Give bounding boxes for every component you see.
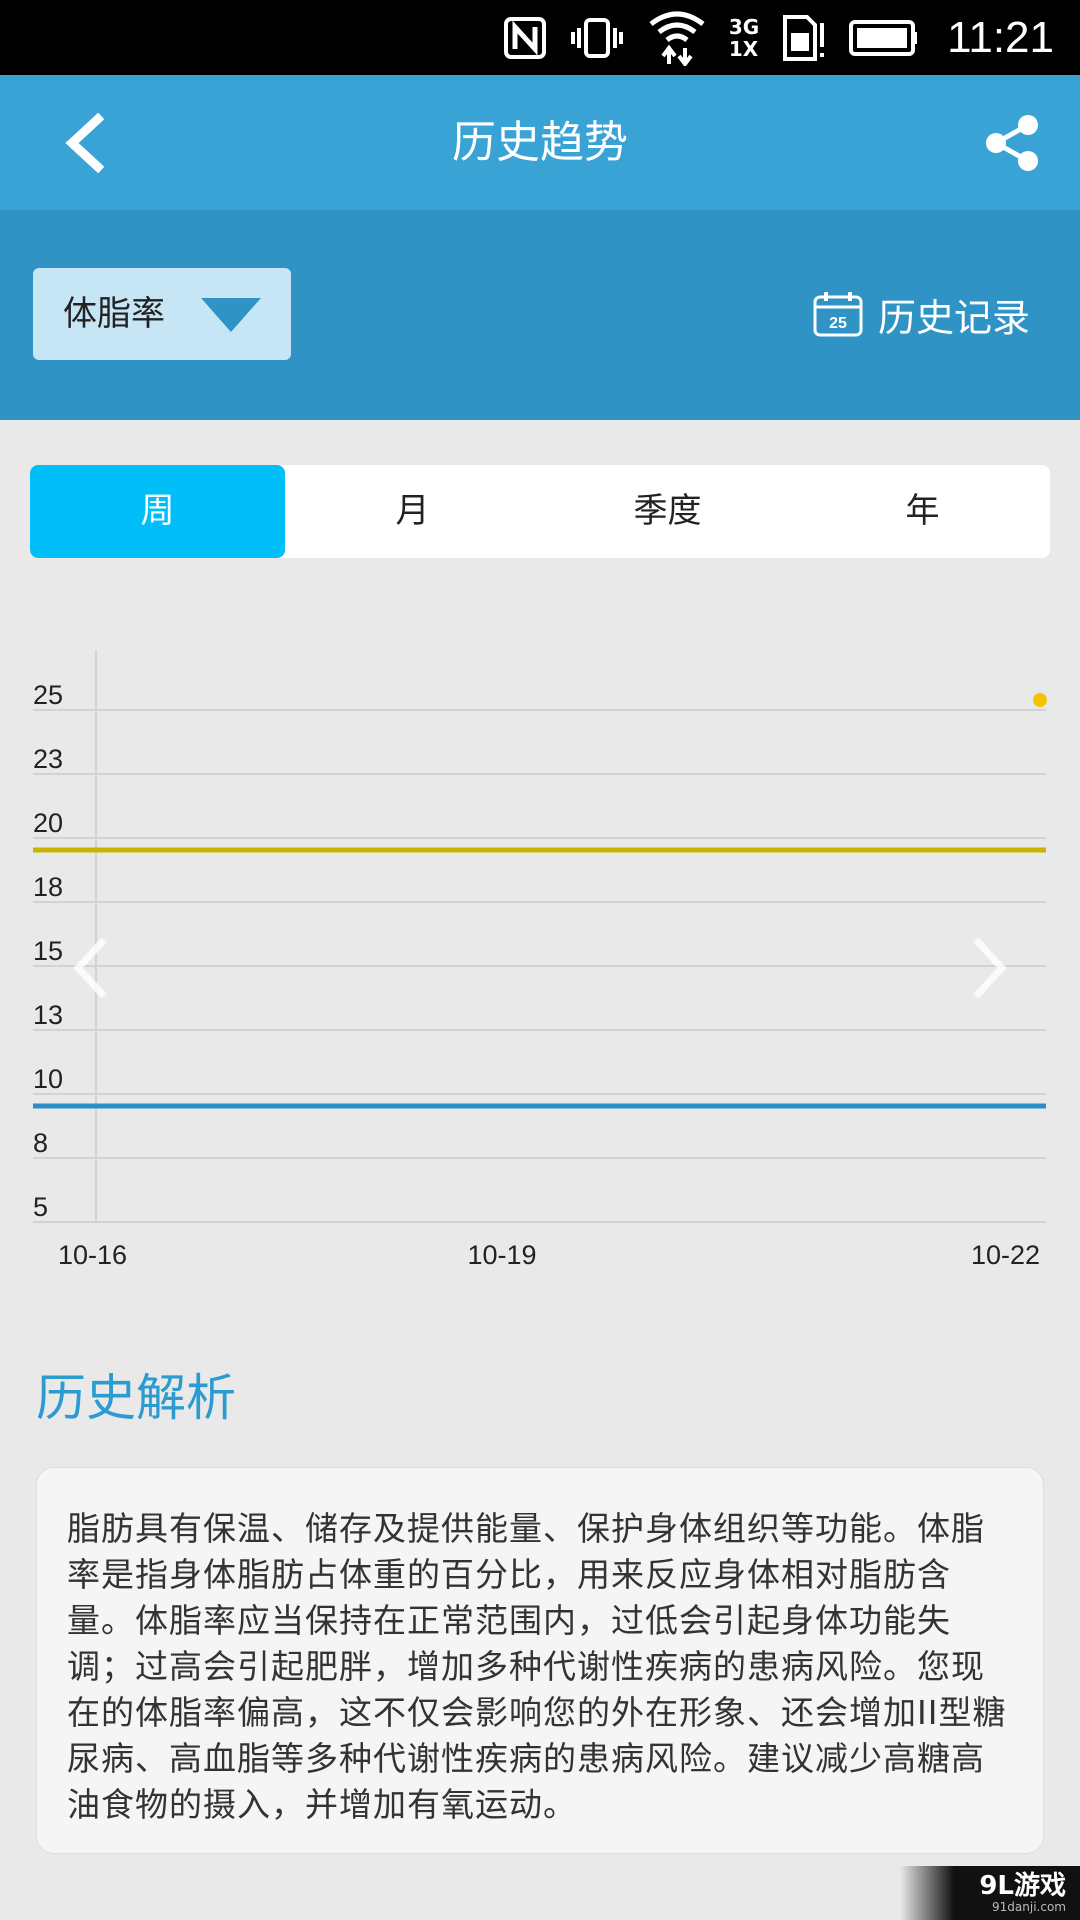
- x-tick-label: 10-22: [971, 1240, 1040, 1270]
- analysis-title: 历史解析: [36, 1369, 236, 1427]
- filter-bar: 体脂率 25 历史记录: [0, 210, 1080, 420]
- analysis-card: 脂肪具有保温、储存及提供能量、保护身体组织等功能。体脂率是指身体脂肪占体重的百分…: [36, 1467, 1044, 1854]
- network-type-top: 3G: [728, 14, 760, 39]
- y-tick-label: 13: [33, 1000, 63, 1030]
- triangle-down-icon: [201, 298, 261, 332]
- y-tick-label: 25: [33, 680, 63, 710]
- metric-dropdown-label: 体脂率: [63, 294, 165, 334]
- tab-year[interactable]: 年: [795, 465, 1050, 558]
- history-record-button[interactable]: 25 历史记录: [812, 288, 1030, 340]
- period-tabs: 周 月 季度 年: [30, 465, 1050, 558]
- share-button[interactable]: [980, 111, 1044, 175]
- y-tick-label: 5: [33, 1192, 48, 1222]
- status-icons: 3G 1X 11:21: [503, 0, 1080, 75]
- back-button[interactable]: [44, 103, 124, 183]
- nfc-icon: [503, 16, 546, 59]
- watermark-sub: 91danji.com: [992, 1900, 1066, 1914]
- wifi-icon: [649, 11, 705, 66]
- app-bar: 历史趋势: [0, 75, 1080, 210]
- analysis-text: 脂肪具有保温、储存及提供能量、保护身体组织等功能。体脂率是指身体脂肪占体重的百分…: [67, 1509, 1007, 1824]
- battery-icon: [849, 19, 918, 56]
- y-tick-label: 8: [33, 1128, 48, 1158]
- tab-week[interactable]: 周: [30, 465, 285, 558]
- trend-chart-svg: 25 23 20 18 15 13 10 8 5 10-16 10-19 10-22: [33, 650, 1047, 1270]
- watermark-logo: 9L游戏 91danji.com: [900, 1866, 1080, 1920]
- metric-dropdown[interactable]: 体脂率: [33, 268, 291, 360]
- trend-chart: 25 23 20 18 15 13 10 8 5 10-16 10-19 10-22: [0, 630, 1080, 1270]
- tab-quarter[interactable]: 季度: [540, 465, 795, 558]
- calendar-day: 25: [829, 315, 847, 332]
- watermark-main: 9L游戏: [979, 1871, 1066, 1901]
- y-tick-label: 20: [33, 808, 63, 838]
- x-tick-label: 10-16: [58, 1240, 127, 1270]
- sim-alert-icon: [783, 14, 825, 61]
- data-point: [1033, 693, 1047, 707]
- y-tick-label: 15: [33, 936, 63, 966]
- tab-month[interactable]: 月: [285, 465, 540, 558]
- vibrate-icon: [570, 17, 623, 58]
- signal-icon: 3G 1X: [729, 16, 759, 60]
- page-title: 历史趋势: [452, 117, 628, 168]
- status-bar: 3G 1X 11:21: [0, 0, 1080, 75]
- network-type-bottom: 1X: [728, 36, 759, 61]
- calendar-icon: 25: [813, 292, 863, 337]
- chevron-left-icon[interactable]: [73, 937, 107, 999]
- x-tick-label: 10-19: [467, 1240, 536, 1270]
- chevron-right-icon[interactable]: [973, 937, 1007, 999]
- share-icon: [986, 115, 1038, 171]
- y-tick-label: 10: [33, 1064, 63, 1094]
- history-record-label: 历史记录: [877, 295, 1030, 340]
- back-arrow-icon: [65, 113, 105, 173]
- y-tick-label: 23: [33, 744, 63, 774]
- status-time: 11:21: [947, 12, 1054, 62]
- y-tick-label: 18: [33, 872, 63, 902]
